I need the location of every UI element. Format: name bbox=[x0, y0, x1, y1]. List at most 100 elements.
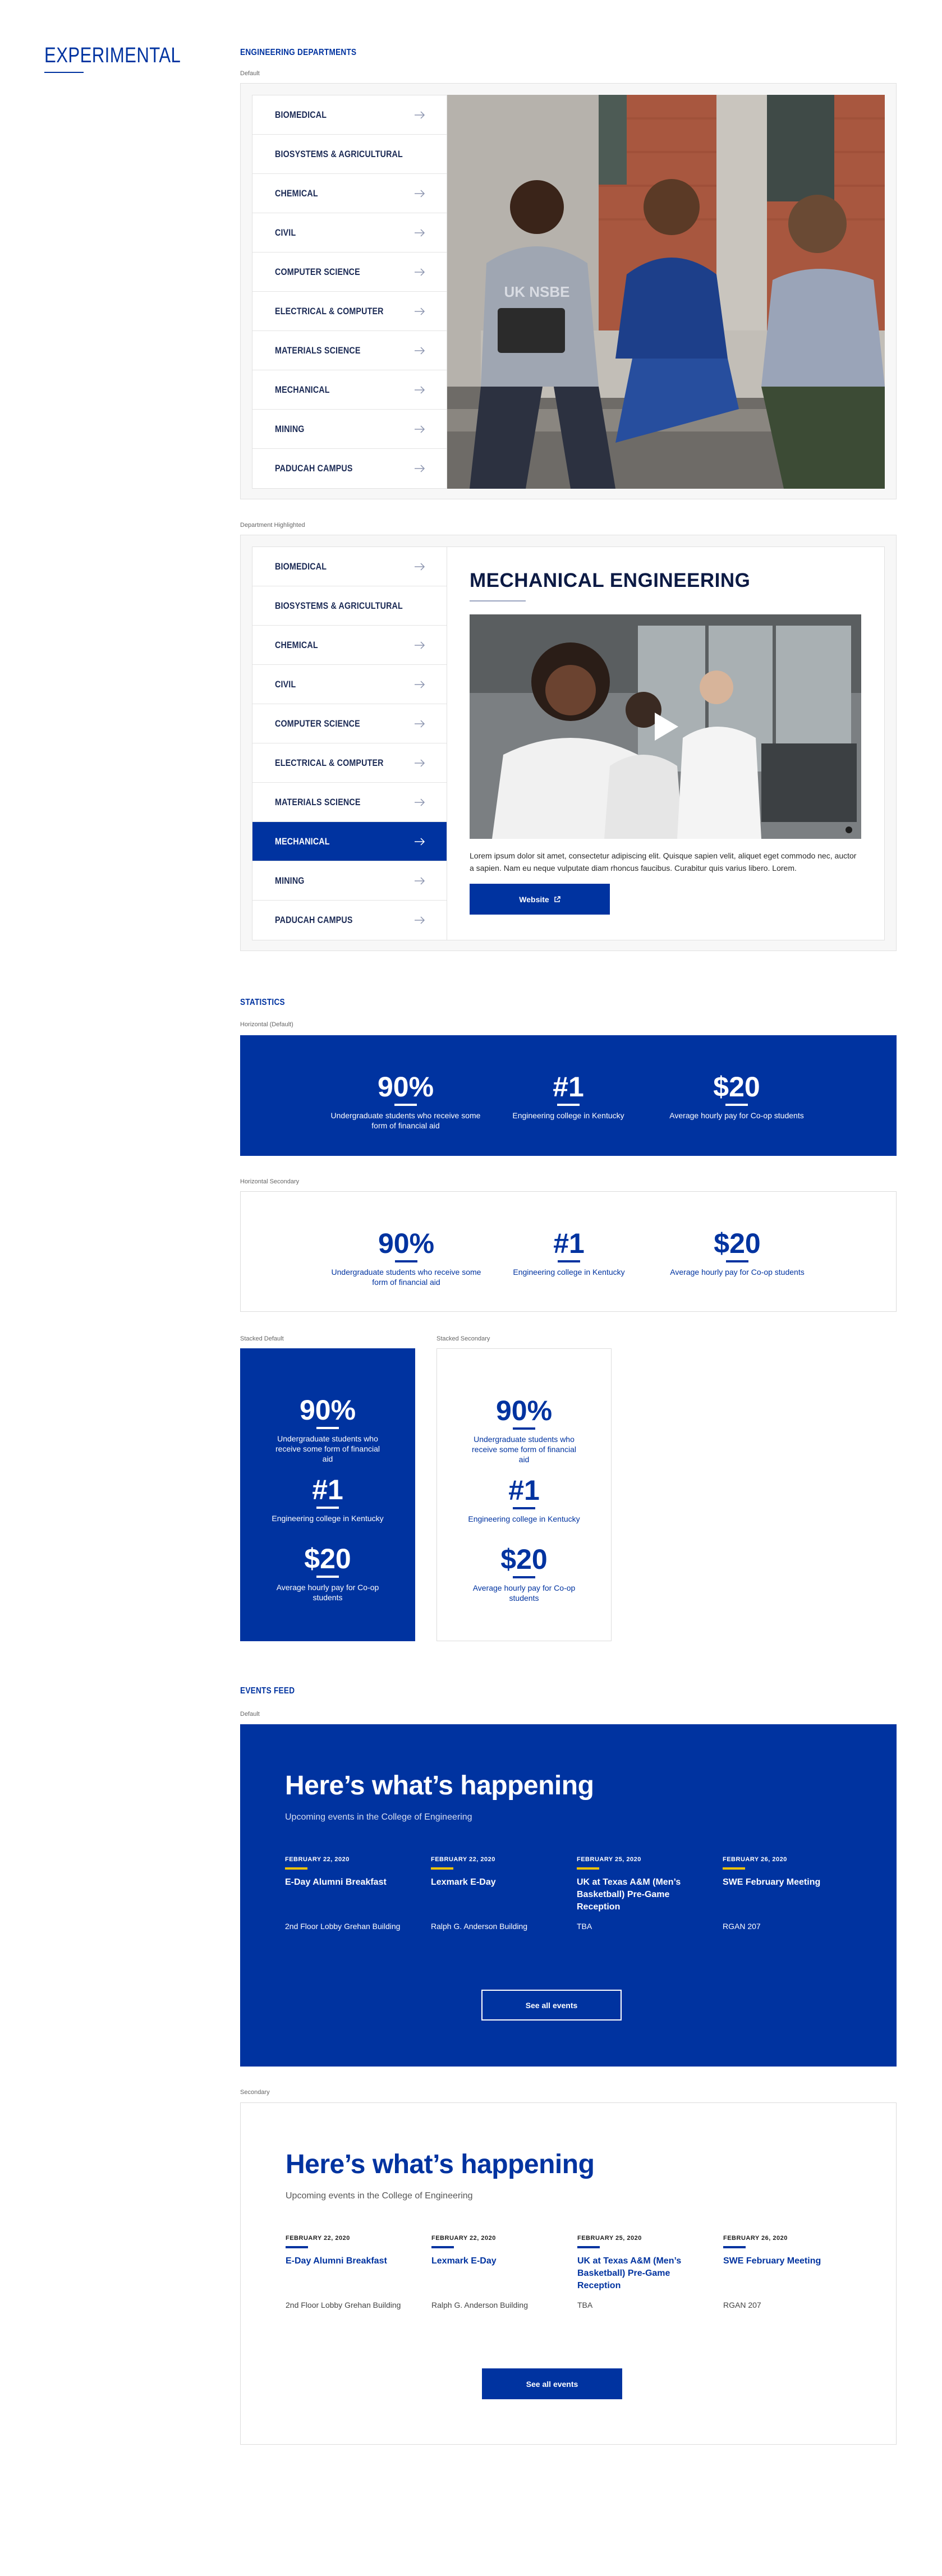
department-item-mining[interactable]: MINING bbox=[252, 861, 447, 901]
department-description: Lorem ipsum dolor sit amet, consectetur … bbox=[470, 851, 857, 873]
stat-underline bbox=[513, 1576, 535, 1578]
department-item-biosystems-agricultural[interactable]: BIOSYSTEMS & AGRICULTURAL bbox=[252, 586, 447, 626]
event-item: FEBRUARY 25, 2020 UK at Texas A&M (Men’s … bbox=[577, 1856, 700, 1932]
arrow-right-icon bbox=[415, 346, 425, 355]
stat-underline bbox=[558, 1260, 580, 1262]
event-date: FEBRUARY 22, 2020 bbox=[431, 2235, 496, 2242]
shirt-text: UK NSBE bbox=[504, 283, 569, 300]
department-item-civil[interactable]: CIVIL bbox=[252, 665, 447, 704]
department-item-materials-science[interactable]: MATERIALS SCIENCE bbox=[252, 331, 447, 370]
stat-underline bbox=[513, 1427, 535, 1430]
event-name-link[interactable]: Lexmark E-Day bbox=[431, 1876, 554, 1921]
department-item-computer-science[interactable]: COMPUTER SCIENCE bbox=[252, 252, 447, 292]
arrow-right-icon bbox=[415, 228, 425, 237]
stat-description: Engineering college in Kentucky bbox=[513, 1268, 625, 1276]
stat-value: $20 bbox=[304, 1543, 351, 1574]
stat-item: $20 Average hourly pay for Co-op students bbox=[437, 1542, 611, 1603]
stat-underline bbox=[726, 1260, 748, 1262]
video-thumbnail bbox=[470, 614, 861, 839]
events-title: Here’s what’s happening bbox=[286, 2150, 595, 2179]
event-date: FEBRUARY 25, 2020 bbox=[577, 1856, 641, 1863]
department-item-materials-science[interactable]: MATERIALS SCIENCE bbox=[252, 783, 447, 822]
stat-item: #1 Engineering college in Kentucky bbox=[487, 1070, 650, 1121]
external-link-icon bbox=[554, 896, 560, 902]
department-video[interactable] bbox=[470, 614, 861, 839]
stat-item: $20 Average hourly pay for Co-op students bbox=[656, 1227, 819, 1277]
stat-underline bbox=[316, 1507, 339, 1509]
department-item-label: CHEMICAL bbox=[275, 639, 318, 650]
department-item-chemical[interactable]: CHEMICAL bbox=[252, 626, 447, 665]
stat-item: $20 Average hourly pay for Co-op students bbox=[655, 1070, 818, 1121]
event-date-underline bbox=[431, 1867, 453, 1870]
department-item-mining[interactable]: MINING bbox=[252, 410, 447, 449]
event-item: FEBRUARY 22, 2020 Lexmark E-Day Ralph G. A… bbox=[431, 1856, 554, 1932]
department-item-mechanical[interactable]: MECHANICAL bbox=[252, 822, 447, 861]
arrow-right-icon bbox=[415, 916, 425, 924]
event-item: FEBRUARY 22, 2020 E-Day Alumni Breakfast 2… bbox=[285, 1856, 408, 1932]
stats-stacked-secondary-label: Stacked Secondary bbox=[436, 1335, 490, 1342]
see-all-events-button[interactable]: See all events bbox=[482, 2368, 622, 2399]
event-date: FEBRUARY 26, 2020 bbox=[723, 2235, 788, 2242]
title-underline bbox=[44, 72, 84, 73]
department-item-label: PADUCAH CAMPUS bbox=[275, 915, 353, 925]
department-item-biomedical[interactable]: BIOMEDICAL bbox=[252, 95, 447, 135]
stat-value: #1 bbox=[553, 1071, 584, 1103]
stat-item: $20 Average hourly pay for Co-op students bbox=[240, 1542, 415, 1602]
event-item: FEBRUARY 26, 2020 SWE February Meeting RGA… bbox=[723, 1856, 846, 1932]
departments-panel-default: BIOMEDICAL BIOSYSTEMS & AGRICULTURAL CHEMI… bbox=[240, 83, 897, 499]
departments-panel-highlighted: BIOMEDICAL BIOSYSTEMS & AGRICULTURAL CHEMI… bbox=[240, 535, 897, 951]
see-all-events-button[interactable]: See all events bbox=[481, 1990, 622, 2021]
department-item-electrical-computer[interactable]: ELECTRICAL & COMPUTER bbox=[252, 743, 447, 783]
stats-stacked-default: 90% Undergraduate students who receive so… bbox=[240, 1348, 415, 1641]
stat-item: #1 Engineering college in Kentucky bbox=[488, 1227, 650, 1277]
event-name-link[interactable]: Lexmark E-Day bbox=[431, 2255, 555, 2300]
stat-underline bbox=[513, 1507, 535, 1509]
stat-value: #1 bbox=[553, 1228, 585, 1259]
event-name-link[interactable]: E-Day Alumni Breakfast bbox=[286, 2255, 409, 2300]
departments-default-label: Default bbox=[240, 70, 260, 77]
stat-description: Undergraduate students who receive some … bbox=[472, 1435, 576, 1464]
arrow-right-icon bbox=[415, 641, 425, 649]
department-item-biosystems-agricultural[interactable]: BIOSYSTEMS & AGRICULTURAL bbox=[252, 135, 447, 174]
event-name-link[interactable]: E-Day Alumni Breakfast bbox=[285, 1876, 408, 1921]
arrow-right-icon bbox=[415, 189, 425, 198]
department-detail-card: MECHANICAL ENGINEERING Lorem ipsum dolor… bbox=[447, 547, 885, 940]
event-date: FEBRUARY 22, 2020 bbox=[431, 1856, 495, 1863]
department-item-label: CIVIL bbox=[275, 678, 296, 690]
department-item-electrical-computer[interactable]: ELECTRICAL & COMPUTER bbox=[252, 292, 447, 331]
stat-description: Undergraduate students who receive some … bbox=[275, 1434, 380, 1463]
event-date-underline bbox=[286, 2246, 308, 2248]
stat-value: #1 bbox=[508, 1475, 540, 1506]
event-name-link[interactable]: SWE February Meeting bbox=[723, 1876, 846, 1921]
stat-item: 90% Undergraduate students who receive so… bbox=[240, 1393, 415, 1464]
department-item-mechanical[interactable]: MECHANICAL bbox=[252, 370, 447, 410]
event-location: RGAN 207 bbox=[723, 2301, 761, 2309]
events-secondary-label: Secondary bbox=[240, 2089, 270, 2096]
stat-value: 90% bbox=[495, 1395, 553, 1426]
event-name-link[interactable]: UK at Texas A&M (Men’s Basketball) Pre-G… bbox=[577, 2255, 701, 2300]
arrow-right-icon bbox=[415, 719, 425, 728]
event-item: FEBRUARY 25, 2020 UK at Texas A&M (Men’s … bbox=[577, 2235, 701, 2311]
statistics-heading: STATISTICS bbox=[240, 998, 285, 1007]
event-location: Ralph G. Anderson Building bbox=[431, 1922, 527, 1931]
department-item-paducah-campus[interactable]: PADUCAH CAMPUS bbox=[252, 449, 447, 488]
events-title: Here’s what’s happening bbox=[285, 1771, 594, 1801]
department-item-chemical[interactable]: CHEMICAL bbox=[252, 174, 447, 213]
department-item-label: CIVIL bbox=[275, 227, 296, 238]
department-list: BIOMEDICAL BIOSYSTEMS & AGRICULTURAL CHEMI… bbox=[252, 95, 447, 489]
event-date-underline bbox=[723, 2246, 746, 2248]
event-name-link[interactable]: SWE February Meeting bbox=[723, 2255, 847, 2300]
website-button[interactable]: Website bbox=[470, 884, 610, 915]
departments-heading: ENGINEERING DEPARTMENTS bbox=[240, 48, 357, 57]
department-item-computer-science[interactable]: COMPUTER SCIENCE bbox=[252, 704, 447, 743]
stat-value: 90% bbox=[378, 1228, 435, 1259]
events-subtitle: Upcoming events in the College of Engine… bbox=[285, 1812, 472, 1822]
arrow-right-icon bbox=[415, 798, 425, 806]
department-item-civil[interactable]: CIVIL bbox=[252, 213, 447, 252]
stat-description: Average hourly pay for Co-op students bbox=[669, 1111, 804, 1120]
department-item-label: MECHANICAL bbox=[275, 384, 330, 395]
stat-value: $20 bbox=[500, 1544, 548, 1575]
event-name-link[interactable]: UK at Texas A&M (Men’s Basketball) Pre-G… bbox=[577, 1876, 700, 1921]
department-item-biomedical[interactable]: BIOMEDICAL bbox=[252, 547, 447, 586]
department-item-paducah-campus[interactable]: PADUCAH CAMPUS bbox=[252, 901, 447, 940]
